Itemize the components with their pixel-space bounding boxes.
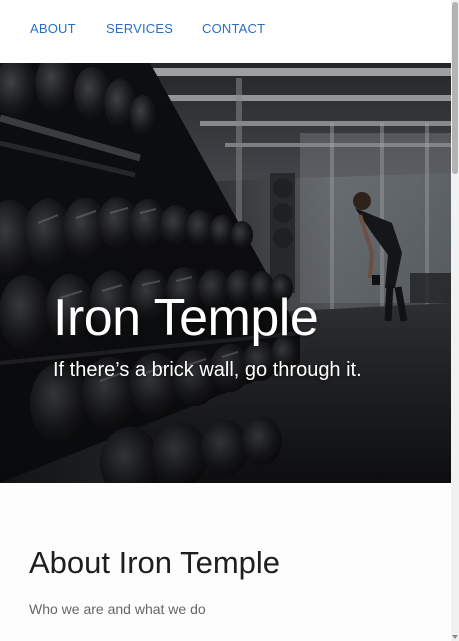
scrollbar-thumb[interactable]: [452, 2, 458, 174]
vertical-scrollbar[interactable]: [451, 0, 459, 641]
hero-title: Iron Temple: [53, 289, 319, 347]
about-section-subtitle: Who we are and what we do: [29, 601, 206, 617]
hero-section: Iron Temple If there’s a brick wall, go …: [0, 63, 451, 483]
top-navbar: ABOUT SERVICES CONTACT: [0, 0, 451, 63]
about-section-title: About Iron Temple: [29, 545, 281, 580]
hero-background-image: [0, 63, 451, 483]
about-section: About Iron Temple Who we are and what we…: [0, 483, 451, 641]
nav-link-contact[interactable]: CONTACT: [202, 21, 265, 36]
nav-link-services[interactable]: SERVICES: [106, 21, 173, 36]
hero-subtitle: If there’s a brick wall, go through it.: [53, 359, 362, 381]
nav-link-about[interactable]: ABOUT: [30, 21, 76, 36]
page: ABOUT SERVICES CONTACT Iron Temple If th…: [0, 0, 451, 641]
scroll-down-arrow-icon[interactable]: [451, 633, 459, 641]
